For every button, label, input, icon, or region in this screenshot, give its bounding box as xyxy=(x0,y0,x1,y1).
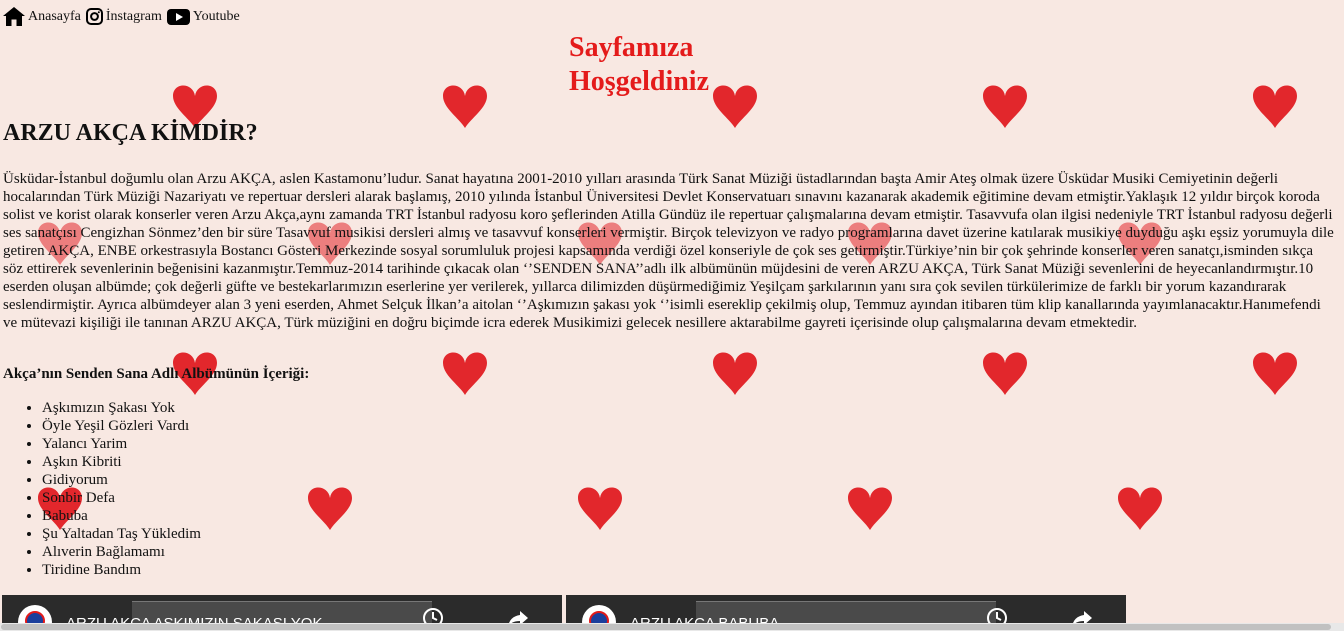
song-item: Aşkımızın Şakası Yok xyxy=(42,399,201,417)
top-nav: Anasayfa İnstagram Youtube xyxy=(3,7,245,26)
heart-row-3 xyxy=(173,352,1297,395)
nav-home-link[interactable]: Anasayfa xyxy=(3,7,81,26)
article-title: ARZU AKÇA KİMDİR? xyxy=(3,120,258,146)
home-icon xyxy=(3,7,25,26)
song-item: Aşkın Kibriti xyxy=(42,453,201,471)
album-heading: Akça’nın Senden Sana Adlı Albümünün İçer… xyxy=(3,366,310,382)
youtube-icon xyxy=(166,8,190,25)
song-item: Sonbir Defa xyxy=(42,489,201,507)
welcome-line-2: Hoşgeldiniz xyxy=(569,66,710,97)
nav-instagram-link[interactable]: İnstagram xyxy=(85,8,162,25)
welcome-heading: Sayfamıza Hoşgeldiniz xyxy=(569,31,769,99)
welcome-line-1: Sayfamıza xyxy=(569,32,694,63)
biography-paragraph: Üsküdar-İstanbul doğumlu olan Arzu AKÇA,… xyxy=(3,171,1334,331)
song-item: Alıverin Bağlamamı xyxy=(42,543,201,561)
nav-instagram-label: İnstagram xyxy=(105,8,162,24)
nav-youtube-link[interactable]: Youtube xyxy=(166,8,240,25)
nav-home-label: Anasayfa xyxy=(28,8,81,24)
horizontal-scrollbar[interactable] xyxy=(0,623,1344,631)
scrollbar-thumb[interactable] xyxy=(1,624,1331,630)
song-item: Şu Yaltadan Taş Yükledim xyxy=(42,525,201,543)
song-item: Yalancı Yarim xyxy=(42,435,201,453)
instagram-icon xyxy=(85,8,103,25)
heart-row-4 xyxy=(38,487,1162,530)
song-item: Gidiyorum xyxy=(42,471,201,489)
song-item: Babuba xyxy=(42,507,201,525)
song-item: Öyle Yeşil Gözleri Vardı xyxy=(42,417,201,435)
song-item: Tiridine Bandım xyxy=(42,561,201,579)
song-list: Aşkımızın Şakası Yok Öyle Yeşil Gözleri … xyxy=(0,399,201,579)
nav-youtube-label: Youtube xyxy=(192,8,240,24)
